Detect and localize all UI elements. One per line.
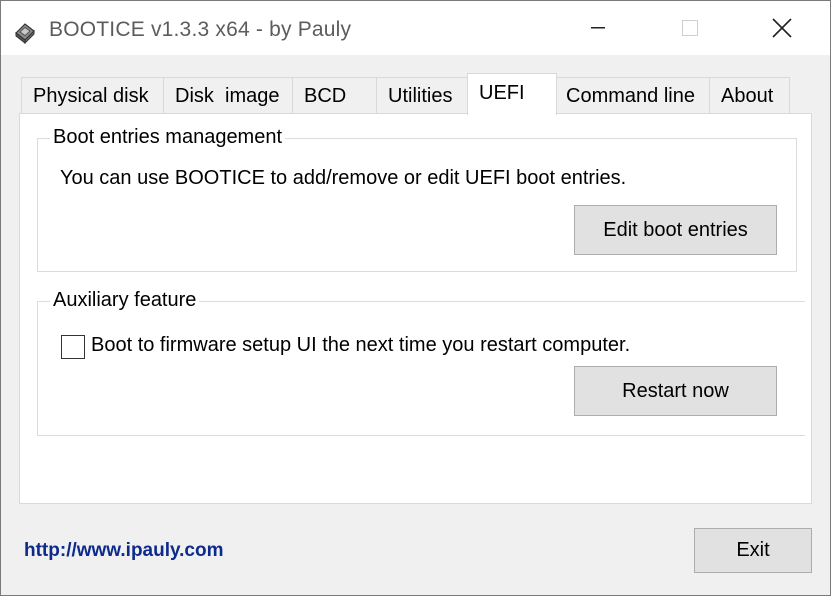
- exit-button[interactable]: Exit: [694, 528, 812, 573]
- edit-boot-entries-button[interactable]: Edit boot entries: [574, 205, 777, 255]
- bootice-drive-icon: [13, 20, 37, 45]
- tab-about[interactable]: About: [709, 77, 790, 113]
- firmware-setup-checkbox-label[interactable]: Boot to firmware setup UI the next time …: [91, 334, 630, 357]
- maximize-icon: [682, 20, 698, 36]
- tab-bcd[interactable]: BCD: [292, 77, 377, 113]
- uefi-tab-panel: Boot entries management You can use BOOT…: [19, 113, 812, 504]
- close-button[interactable]: [736, 1, 828, 55]
- bootice-window: BOOTICE v1.3.3 x64 - by Pauly Physical d…: [0, 0, 831, 596]
- tab-command-line[interactable]: Command line: [554, 77, 710, 113]
- tab-physical-disk[interactable]: Physical disk: [21, 77, 164, 113]
- tab-label: About: [721, 85, 774, 107]
- tab-label: Utilities: [388, 85, 453, 107]
- tab-label: Disk image: [175, 85, 280, 107]
- window-title: BOOTICE v1.3.3 x64 - by Pauly: [49, 18, 352, 41]
- title-bar[interactable]: BOOTICE v1.3.3 x64 - by Pauly: [1, 1, 830, 55]
- tab-disk-image[interactable]: Disk image: [163, 77, 293, 113]
- tab-label: Command line: [566, 85, 695, 107]
- tab-utilities[interactable]: Utilities: [376, 77, 469, 113]
- tab-uefi[interactable]: UEFI: [467, 73, 557, 115]
- restart-now-button[interactable]: Restart now: [574, 366, 777, 416]
- minimize-button[interactable]: [552, 1, 644, 55]
- auxiliary-feature-group-title: Auxiliary feature: [50, 289, 200, 312]
- boot-entries-group-title: Boot entries management: [50, 126, 286, 149]
- tab-label: BCD: [304, 85, 347, 107]
- maximize-button[interactable]: [644, 1, 736, 55]
- minimize-icon: [591, 27, 605, 29]
- boot-entries-description: You can use BOOTICE to add/remove or edi…: [60, 167, 627, 189]
- website-link[interactable]: http://www.ipauly.com: [24, 540, 224, 562]
- tab-label: Physical disk: [33, 85, 149, 107]
- tab-label: UEFI: [479, 82, 525, 104]
- firmware-setup-checkbox[interactable]: [61, 335, 85, 359]
- close-icon: [772, 18, 792, 38]
